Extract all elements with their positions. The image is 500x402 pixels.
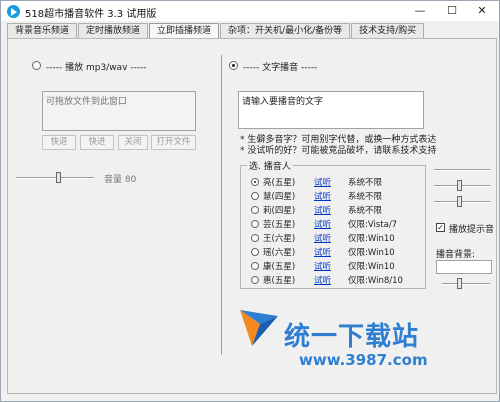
voice-row[interactable]: 亮(五星) 试听 系统不限 [241, 176, 431, 189]
voice-radio[interactable] [251, 178, 259, 186]
listen-link[interactable]: 试听 [314, 274, 331, 286]
tts-volume-slider-track[interactable] [434, 201, 490, 203]
voice-system: 仅限:Win10 [348, 234, 395, 244]
tts-text-input[interactable]: 请输入要播音的文字 [238, 91, 424, 129]
speed-slider-track[interactable] [434, 169, 490, 171]
listen-link[interactable]: 试听 [314, 260, 331, 272]
tab-support[interactable]: 技术支持/购买 [351, 23, 425, 39]
volume-slider-track[interactable] [16, 177, 94, 179]
watermark-text: 统一下载站 [284, 322, 420, 352]
voice-system: 仅限:Win8/10 [348, 276, 403, 286]
volume-slider-thumb[interactable] [56, 172, 61, 183]
tts-text-value: 请输入要播音的文字 [242, 97, 324, 107]
voice-name: 慧(四星) [263, 192, 296, 202]
close-button[interactable]: ✕ [467, 1, 497, 21]
play-tone-label: 播放提示音 [449, 225, 495, 235]
background-volume-thumb[interactable] [457, 278, 462, 289]
voice-radio[interactable] [251, 276, 259, 284]
mp3-mode-label: ----- 播放 mp3/wav ----- [46, 63, 147, 73]
voice-name: 王(六星) [263, 234, 296, 244]
mp3-mode-radio[interactable] [32, 61, 41, 70]
voice-radio[interactable] [251, 192, 259, 200]
tts-volume-slider-thumb[interactable] [457, 196, 462, 207]
app-window: 518超市播音软件 3.3 试用版 — ☐ ✕ 背景音乐频道 定时播放频道 立即… [0, 0, 500, 402]
voice-system: 仅限:Win10 [348, 262, 395, 272]
voice-row[interactable]: 莉(四星) 试听 系统不限 [241, 204, 431, 217]
voice-radio[interactable] [251, 248, 259, 256]
voice-system: 系统不限 [348, 178, 383, 188]
tab-strip: 背景音乐频道 定时播放频道 立即插播频道 杂项：开关机/最小化/备份等 技术支持… [7, 23, 425, 40]
listen-link[interactable]: 试听 [314, 204, 331, 216]
minimize-button[interactable]: — [405, 1, 435, 21]
tip-support: * 没试听的好？可能被竞品破坏，请联系技术支持 [240, 146, 437, 156]
window-title: 518超市播音软件 3.3 试用版 [25, 9, 157, 20]
watermark-url: www.3987.com [299, 351, 428, 369]
voice-groupbox: 选. 播音人 亮(五星) 试听 系统不限 慧(四星) 试听 系统不限 莉(四星)… [240, 159, 426, 289]
voice-system: 系统不限 [348, 206, 383, 216]
voice-row[interactable]: 芸(五星) 试听 仅限:Vista/7 [241, 218, 431, 231]
voice-group-title: 选. 播音人 [247, 159, 293, 172]
pitch-slider-track[interactable] [434, 185, 490, 187]
listen-link[interactable]: 试听 [314, 190, 331, 202]
drop-placeholder: 可拖放文件到此窗口 [46, 97, 128, 107]
voice-radio[interactable] [251, 206, 259, 214]
voice-name: 惠(五星) [263, 276, 296, 286]
app-play-icon [7, 5, 20, 18]
voice-system: 仅限:Vista/7 [348, 220, 398, 230]
voice-row[interactable]: 慧(四星) 试听 系统不限 [241, 190, 431, 203]
play-tone-checkbox[interactable]: ✓ [436, 223, 445, 232]
tts-mode-radio[interactable] [229, 61, 238, 70]
panel-divider [221, 55, 222, 355]
pitch-slider-thumb[interactable] [457, 180, 462, 191]
voice-system: 仅限:Win10 [348, 248, 395, 258]
voice-radio[interactable] [251, 220, 259, 228]
maximize-button[interactable]: ☐ [437, 1, 467, 21]
tab-background-music[interactable]: 背景音乐频道 [7, 23, 78, 39]
voice-row[interactable]: 王(六星) 试听 仅限:Win10 [241, 232, 431, 245]
volume-label: 音量 80 [104, 175, 137, 185]
listen-link[interactable]: 试听 [314, 232, 331, 244]
voice-row[interactable]: 瑶(六星) 试听 仅限:Win10 [241, 246, 431, 259]
watermark-logo-icon [240, 310, 278, 346]
voice-row[interactable]: 康(五星) 试听 仅限:Win10 [241, 260, 431, 273]
listen-link[interactable]: 试听 [314, 176, 331, 188]
voice-name: 瑶(六星) [263, 248, 296, 258]
background-volume-track[interactable] [442, 283, 490, 285]
tab-scheduled-play[interactable]: 定时播放频道 [78, 23, 149, 39]
tab-misc[interactable]: 杂项：开关机/最小化/备份等 [220, 23, 351, 39]
listen-link[interactable]: 试听 [314, 218, 331, 230]
voice-name: 亮(五星) [263, 178, 296, 188]
voice-radio[interactable] [251, 234, 259, 242]
close-file-button[interactable]: 关闭 [118, 135, 148, 150]
background-label: 播音背景: [436, 250, 476, 260]
voice-name: 芸(五星) [263, 220, 296, 230]
rewind-button[interactable]: 快退 [42, 135, 76, 150]
tts-mode-label: ----- 文字播音 ----- [243, 63, 318, 73]
voice-name: 莉(四星) [263, 206, 296, 216]
background-select[interactable] [436, 260, 492, 274]
drop-file-area[interactable]: 可拖放文件到此窗口 [42, 91, 196, 131]
voice-radio[interactable] [251, 262, 259, 270]
listen-link[interactable]: 试听 [314, 246, 331, 258]
open-file-button[interactable]: 打开文件 [151, 135, 196, 150]
title-bar: 518超市播音软件 3.3 试用版 — ☐ ✕ [1, 1, 499, 21]
fast-forward-button[interactable]: 快进 [80, 135, 114, 150]
voice-name: 康(五星) [263, 262, 296, 272]
voice-row[interactable]: 惠(五星) 试听 仅限:Win8/10 [241, 274, 431, 287]
voice-system: 系统不限 [348, 192, 383, 202]
